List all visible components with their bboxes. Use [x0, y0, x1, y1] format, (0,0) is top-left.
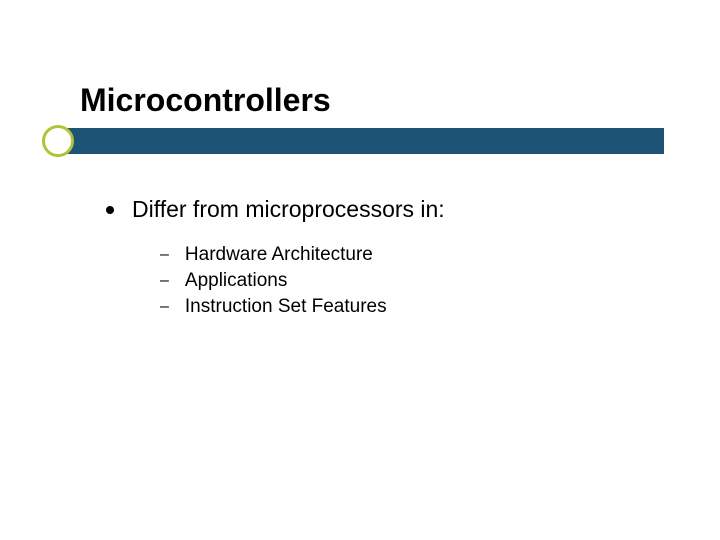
sub-item-text: Instruction Set Features — [185, 296, 387, 318]
bullet-dot-icon — [106, 206, 114, 214]
list-item: – Instruction Set Features — [160, 296, 387, 318]
dash-icon: – — [160, 246, 169, 264]
sub-item-text: Applications — [185, 270, 287, 292]
list-item: – Hardware Architecture — [160, 244, 387, 266]
dash-icon: – — [160, 272, 169, 290]
main-bullet-row: Differ from microprocessors in: — [106, 196, 445, 223]
title-underline-bar — [56, 128, 664, 154]
list-item: – Applications — [160, 270, 387, 292]
dash-icon: – — [160, 298, 169, 316]
slide-title: Microcontrollers — [80, 82, 331, 119]
sub-item-text: Hardware Architecture — [185, 244, 373, 266]
sub-bullet-list: – Hardware Architecture – Applications –… — [160, 244, 387, 322]
accent-circle-icon — [42, 125, 74, 157]
main-bullet-text: Differ from microprocessors in: — [132, 196, 445, 223]
